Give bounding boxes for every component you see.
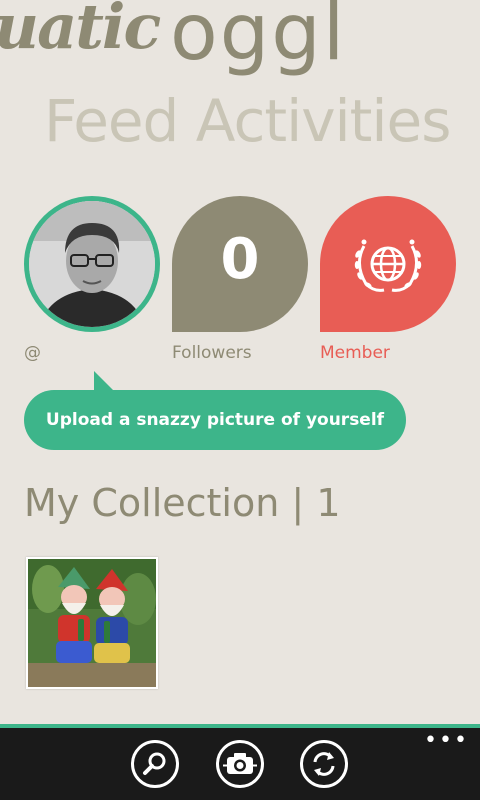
refresh-button[interactable]	[300, 740, 348, 788]
page-title: Feed Activities	[44, 87, 451, 155]
followers-count: 0	[220, 227, 260, 292]
brand-logo: oggl	[170, 0, 347, 78]
refresh-icon	[313, 752, 335, 776]
followers-tile[interactable]: 0	[172, 196, 308, 332]
brand-script-text: uatic	[0, 0, 161, 63]
upload-prompt-tail	[94, 371, 114, 391]
member-tile[interactable]	[320, 196, 456, 332]
more-options-button[interactable]: •••	[424, 728, 467, 754]
collection-item-photo[interactable]	[26, 557, 158, 689]
gnome-photo	[28, 559, 156, 687]
search-button[interactable]	[131, 740, 179, 788]
user-handle: @	[24, 343, 41, 363]
collection-separator: |	[291, 481, 305, 525]
collection-count: 1	[316, 481, 341, 525]
search-icon	[143, 752, 166, 775]
avatar[interactable]	[24, 196, 160, 332]
camera-button[interactable]	[216, 740, 264, 788]
globe-laurel-icon	[354, 239, 422, 292]
app-bar: •••	[0, 728, 480, 800]
collection-title: My Collection	[24, 481, 280, 525]
followers-label: Followers	[172, 343, 252, 363]
avatar-photo	[29, 201, 155, 327]
member-label: Member	[320, 343, 390, 363]
upload-picture-prompt[interactable]: Upload a snazzy picture of yourself	[24, 390, 406, 450]
camera-icon	[223, 753, 257, 774]
collection-heading: My Collection | 1	[24, 484, 341, 522]
